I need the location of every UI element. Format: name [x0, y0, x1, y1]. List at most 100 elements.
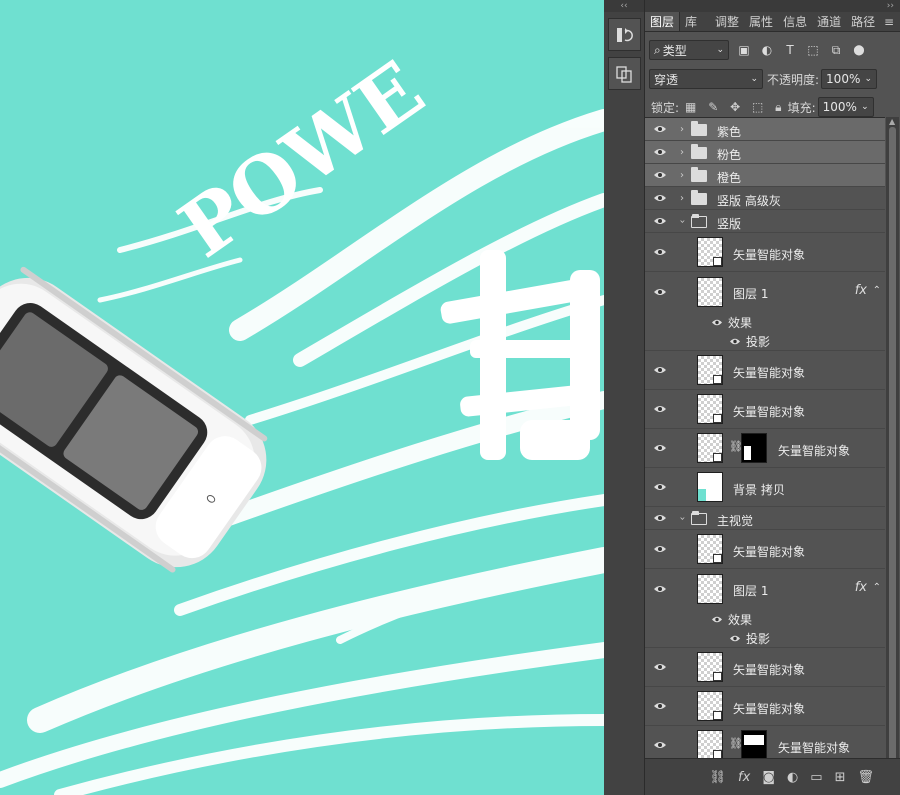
opacity-input[interactable]: 100% ⌄ — [821, 69, 878, 89]
link-icon[interactable]: ⛓ — [710, 770, 727, 785]
layer-row[interactable]: › 橙色 — [645, 164, 885, 187]
lock-position-icon[interactable]: ✥ — [730, 100, 740, 114]
type-filter-icon[interactable]: T — [782, 43, 798, 57]
layers-bottom-toolbar: ⛓ fx ◙ ◐ ▭ ⊞ 🗑︎ — [645, 758, 900, 795]
layer-row[interactable]: 图层 1 fx ⌃ — [645, 272, 885, 312]
image-filter-icon[interactable]: ▣ — [736, 43, 752, 57]
filter-toggle[interactable]: ⬤ — [851, 45, 867, 56]
layer-mask-thumbnail[interactable] — [741, 433, 767, 463]
smart-object-badge-icon — [713, 554, 722, 563]
layers-scrollbar[interactable]: ▲ — [886, 117, 899, 767]
tab-library[interactable]: 库 — [680, 12, 702, 31]
collapse-left-icon[interactable]: ‹‹ — [604, 0, 644, 12]
effect-eye-icon[interactable] — [729, 634, 741, 643]
visibility-eye-icon[interactable] — [653, 214, 667, 228]
effects-row[interactable]: 效果 — [645, 312, 885, 331]
layer-row[interactable]: › 主视觉 — [645, 507, 885, 530]
history-panel-button[interactable] — [607, 18, 641, 51]
lock-transparency-icon[interactable]: ▦ — [685, 100, 696, 114]
chevron-down-icon[interactable]: › — [677, 219, 688, 223]
adjustment-filter-icon[interactable]: ◐ — [759, 43, 775, 57]
new-layer-icon[interactable]: ⊞ — [835, 770, 846, 785]
layer-row[interactable]: 图层 1 fx ⌃ — [645, 569, 885, 609]
smartobject-filter-icon[interactable]: ⧉ — [828, 43, 844, 58]
effects-row[interactable]: 效果 — [645, 609, 885, 628]
tab-layers[interactable]: 图层 — [645, 12, 681, 31]
layer-row[interactable]: ⛓ 矢量智能对象 — [645, 429, 885, 468]
new-group-icon[interactable]: ▭ — [810, 770, 822, 785]
chevron-down-icon: ⌄ — [750, 74, 758, 84]
search-icon: ⌕ — [654, 42, 661, 57]
scroll-up-icon[interactable]: ▲ — [889, 117, 895, 126]
layer-row[interactable]: 矢量智能对象 — [645, 351, 885, 390]
tab-info[interactable]: 信息 — [778, 12, 812, 31]
trash-icon[interactable]: 🗑︎ — [857, 770, 874, 785]
visibility-eye-icon[interactable] — [653, 191, 667, 205]
kind-filter-select[interactable]: ⌕ 类型 ⌄ — [649, 40, 729, 60]
visibility-eye-icon[interactable] — [653, 699, 667, 713]
layer-name: 主视觉 — [717, 514, 754, 528]
tab-paths[interactable]: 路径 — [846, 12, 880, 31]
layer-mask-thumbnail[interactable] — [741, 730, 767, 758]
layer-row[interactable]: 背景 拷贝 — [645, 468, 885, 507]
blend-mode-select[interactable]: 穿透 ⌄ — [649, 69, 763, 89]
layer-name: 粉色 — [717, 148, 742, 162]
fx-icon[interactable]: fx — [855, 580, 867, 595]
visibility-eye-icon[interactable] — [653, 285, 667, 299]
visibility-eye-icon[interactable] — [653, 738, 667, 752]
visibility-eye-icon[interactable] — [653, 542, 667, 556]
layer-thumbnail — [697, 394, 723, 424]
chevron-right-icon[interactable]: › — [680, 147, 684, 158]
layer-row[interactable]: 矢量智能对象 — [645, 687, 885, 726]
fill-input[interactable]: 100% ⌄ — [817, 97, 874, 117]
visibility-eye-icon[interactable] — [653, 145, 667, 159]
chevron-up-icon[interactable]: ⌃ — [873, 285, 881, 296]
adjustment-icon[interactable]: ◐ — [787, 770, 798, 785]
effect-eye-icon[interactable] — [711, 615, 723, 624]
layer-row[interactable]: › 竖版 高级灰 — [645, 187, 885, 210]
layer-row[interactable]: 矢量智能对象 — [645, 530, 885, 569]
lock-paint-icon[interactable]: ✎ — [708, 100, 718, 114]
chevron-right-icon[interactable]: › — [680, 170, 684, 181]
chevron-up-icon[interactable]: ⌃ — [873, 582, 881, 593]
scrollbar-thumb[interactable] — [889, 127, 896, 767]
layer-row[interactable]: ⛓ 矢量智能对象 — [645, 726, 885, 758]
collapse-right-icon[interactable]: ›› — [645, 0, 900, 12]
visibility-eye-icon[interactable] — [653, 245, 667, 259]
visibility-eye-icon[interactable] — [653, 480, 667, 494]
artboard-panel-button[interactable] — [607, 57, 641, 90]
tab-channels[interactable]: 通道 — [812, 12, 846, 31]
chevron-down-icon[interactable]: › — [677, 516, 688, 520]
panel-menu-icon[interactable]: ≡ — [884, 15, 894, 29]
visibility-eye-icon[interactable] — [653, 582, 667, 596]
layer-thumbnail — [697, 433, 723, 463]
effect-row[interactable]: 投影 — [645, 628, 885, 648]
layer-row[interactable]: › 粉色 — [645, 141, 885, 164]
mask-icon[interactable]: ◙ — [762, 770, 775, 785]
effect-eye-icon[interactable] — [711, 318, 723, 327]
fx-icon[interactable]: fx — [855, 283, 867, 298]
layer-row[interactable]: › 竖版 — [645, 210, 885, 233]
visibility-eye-icon[interactable] — [653, 168, 667, 182]
layer-row[interactable]: 矢量智能对象 — [645, 390, 885, 429]
shape-filter-icon[interactable]: ⬚ — [805, 43, 821, 57]
effect-row[interactable]: 投影 — [645, 331, 885, 351]
lock-all-icon[interactable]: 🔒︎ — [775, 100, 781, 114]
visibility-eye-icon[interactable] — [653, 660, 667, 674]
visibility-eye-icon[interactable] — [653, 511, 667, 525]
visibility-eye-icon[interactable] — [653, 402, 667, 416]
fx-icon[interactable]: fx — [738, 770, 750, 785]
visibility-eye-icon[interactable] — [653, 441, 667, 455]
tab-properties[interactable]: 属性 — [744, 12, 778, 31]
document-canvas[interactable]: POWE — [0, 0, 604, 795]
tab-adjustments[interactable]: 调整 — [710, 12, 744, 31]
layer-row[interactable]: 矢量智能对象 — [645, 648, 885, 687]
lock-artboard-icon[interactable]: ⬚ — [752, 100, 763, 114]
effect-eye-icon[interactable] — [729, 337, 741, 346]
chevron-right-icon[interactable]: › — [680, 124, 684, 135]
layer-row[interactable]: › 紫色 — [645, 118, 885, 141]
layer-row[interactable]: 矢量智能对象 — [645, 233, 885, 272]
visibility-eye-icon[interactable] — [653, 363, 667, 377]
chevron-right-icon[interactable]: › — [680, 193, 684, 204]
visibility-eye-icon[interactable] — [653, 122, 667, 136]
